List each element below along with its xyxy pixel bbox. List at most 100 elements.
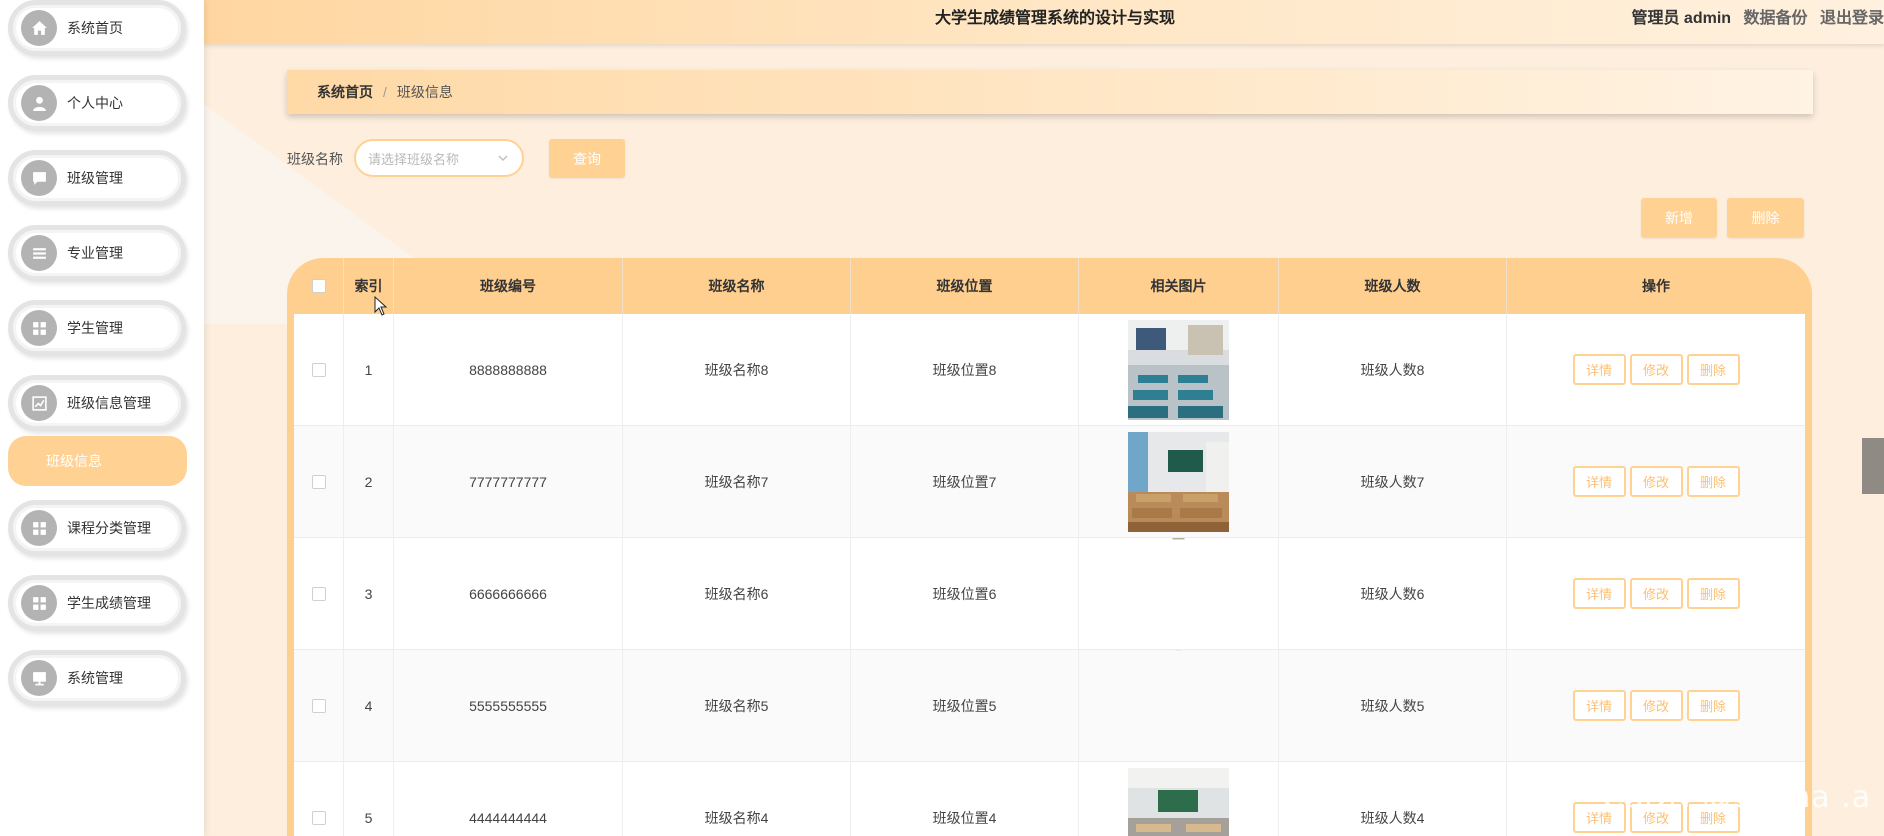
cell-actions: 详情 修改 删除 [1507,650,1805,761]
grid-icon [21,585,57,621]
top-header: 大学生成绩管理系统的设计与实现 管理员 admin 数据备份 退出登录 [204,0,1884,44]
delete-button[interactable]: 删除 [1686,578,1740,609]
class-table: 索引 班级编号 班级名称 班级位置 相关图片 班级人数 操作 1 8888888… [287,258,1812,836]
sidebar-item-class-info-management[interactable]: 班级信息管理 [8,375,186,431]
batch-delete-button[interactable]: 删除 [1727,198,1804,238]
select-placeholder: 请选择班级名称 [368,151,460,167]
edit-button[interactable]: 修改 [1629,578,1683,609]
detail-button[interactable]: 详情 [1572,354,1626,385]
app-title: 大学生成绩管理系统的设计与实现 [935,10,1176,27]
header-count: 班级人数 [1279,258,1507,314]
header-code: 班级编号 [394,258,623,314]
user-label: 管理员 admin [1631,10,1732,27]
grid-icon [21,310,57,346]
sidebar-item-system-management[interactable]: 系统管理 [8,650,186,706]
breadcrumb-current: 班级信息 [396,84,453,100]
classroom-photo[interactable] [1128,319,1229,420]
breadcrumb-separator: / [383,84,387,100]
cell-index: 2 [344,426,394,537]
cell-name: 班级名称8 [623,314,851,425]
cell-name: 班级名称5 [623,650,851,761]
cell-image [1079,650,1279,761]
detail-button[interactable]: 详情 [1572,690,1626,721]
table-row: 1 8888888888 班级名称8 班级位置8 班级人数8 详情 修改 删除 [294,314,1805,426]
classroom-photo[interactable] [1128,767,1229,836]
backup-link[interactable]: 数据备份 [1744,10,1808,27]
cell-index: 4 [344,650,394,761]
cell-code: 6666666666 [394,538,623,649]
cell-name: 班级名称7 [623,426,851,537]
sidebar-item-label: 系统首页 [67,20,123,36]
cell-image [1079,762,1279,836]
sidebar-item-profile[interactable]: 个人中心 [8,75,186,131]
detail-button[interactable]: 详情 [1572,466,1626,497]
sidebar-item-label: 班级信息管理 [67,395,151,411]
sidebar-item-label: 班级管理 [67,170,123,186]
sidebar-item-label: 专业管理 [67,245,123,261]
cell-name: 班级名称4 [623,762,851,836]
search-label: 班级名称 [287,151,343,167]
cell-actions: 详情 修改 删除 [1507,426,1805,537]
sidebar-item-class-management[interactable]: 班级管理 [8,150,186,206]
grid-icon [21,510,57,546]
cell-location: 班级位置7 [851,426,1079,537]
sidebar-item-label: 学生管理 [67,320,123,336]
sidebar-item-student-management[interactable]: 学生管理 [8,300,186,356]
select-all-checkbox[interactable] [311,279,326,293]
cell-index: 5 [344,762,394,836]
sidebar: 系统首页 个人中心 班级管理 专业管理 学生管理 班级信息管理 班级信息 课程分… [0,0,204,836]
sidebar-item-label: 个人中心 [67,95,123,111]
edit-button[interactable]: 修改 [1629,466,1683,497]
cell-code: 8888888888 [394,314,623,425]
header-name: 班级名称 [623,258,851,314]
sidebar-item-home[interactable]: 系统首页 [8,0,186,56]
cell-location: 班级位置6 [851,538,1079,649]
cell-count: 班级人数6 [1279,538,1507,649]
home-icon [21,10,57,46]
table-row: 3 6666666666 班级名称6 班级位置6 班级人数6 详情 修改 删除 [294,538,1805,650]
sidebar-item-label: 课程分类管理 [67,520,151,536]
sidebar-item-major-management[interactable]: 专业管理 [8,225,186,281]
side-drawer-tab[interactable] [1862,438,1884,494]
cell-location: 班级位置5 [851,650,1079,761]
cell-image [1079,538,1279,649]
edit-button[interactable]: 修改 [1629,354,1683,385]
delete-button[interactable]: 删除 [1686,466,1740,497]
sidebar-item-label: 学生成绩管理 [67,595,151,611]
classroom-photo[interactable] [1128,538,1229,550]
cell-code: 4444444444 [394,762,623,836]
header-select-all [294,258,344,314]
delete-button[interactable]: 删除 [1686,690,1740,721]
breadcrumb-home[interactable]: 系统首页 [317,82,373,102]
row-checkbox[interactable] [311,474,326,489]
row-checkbox[interactable] [311,586,326,601]
cell-count: 班级人数8 [1279,314,1507,425]
classroom-photo[interactable] [1128,650,1229,656]
cell-actions: 详情 修改 删除 [1507,538,1805,649]
row-checkbox[interactable] [311,810,326,825]
add-button[interactable]: 新增 [1641,198,1717,238]
cell-index: 1 [344,314,394,425]
logout-link[interactable]: 退出登录 [1820,10,1884,27]
cell-image [1079,314,1279,425]
table-row: 2 7777777777 班级名称7 班级位置7 班级人数7 详情 修改 删除 [294,426,1805,538]
table-body: 1 8888888888 班级名称8 班级位置8 班级人数8 详情 修改 删除 … [294,314,1805,836]
edit-button[interactable]: 修改 [1629,690,1683,721]
chevron-down-icon [498,155,508,162]
cell-location: 班级位置8 [851,314,1079,425]
sidebar-item-grade-management[interactable]: 学生成绩管理 [8,575,186,631]
row-checkbox[interactable] [311,362,326,377]
row-checkbox[interactable] [311,698,326,713]
delete-button[interactable]: 删除 [1686,354,1740,385]
sidebar-item-course-category-management[interactable]: 课程分类管理 [8,500,186,556]
header-user-area: 管理员 admin 数据备份 退出登录 [1623,4,1884,28]
breadcrumb: 系统首页 / 班级信息 [287,70,1813,114]
detail-button[interactable]: 详情 [1572,578,1626,609]
class-name-select[interactable]: 请选择班级名称 [354,139,524,177]
query-button[interactable]: 查询 [549,139,625,178]
header-actions: 操作 [1642,278,1670,294]
cell-count: 班级人数5 [1279,650,1507,761]
sidebar-subitem-class-info[interactable]: 班级信息 [8,436,187,486]
classroom-photo[interactable] [1128,431,1229,532]
cell-location: 班级位置4 [851,762,1079,836]
